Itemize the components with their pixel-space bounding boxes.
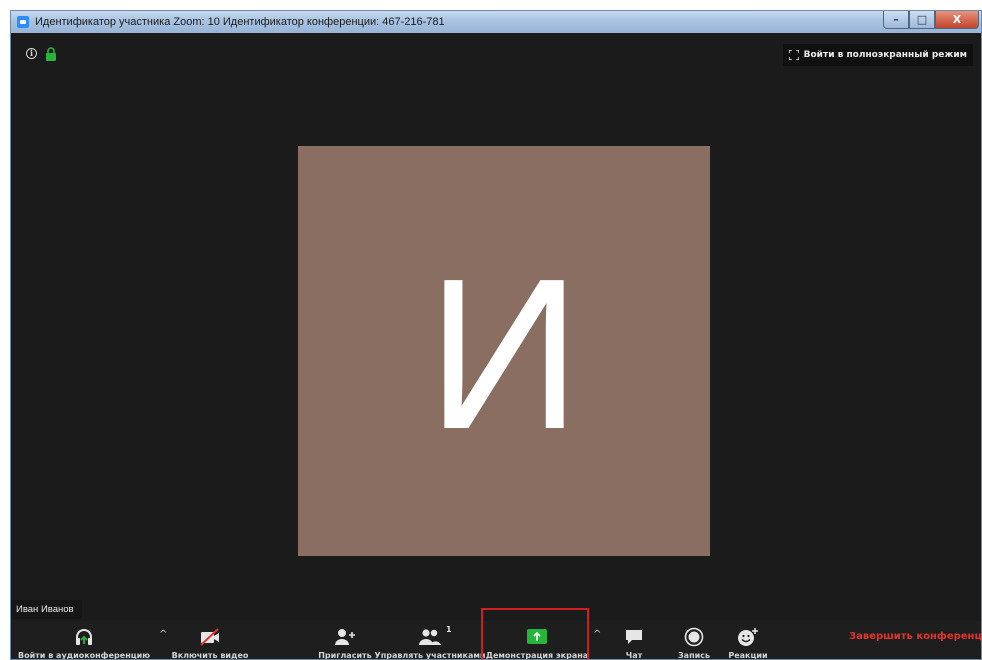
participant-name-label: Иван Иванов [11, 600, 82, 619]
fullscreen-label: Войти в полноэкранный режим [803, 50, 967, 60]
share-options-caret[interactable]: ^ [593, 629, 601, 640]
start-video-label: Включить видео [171, 651, 249, 660]
record-icon [684, 627, 704, 647]
video-off-icon [200, 628, 219, 646]
audio-options-caret[interactable]: ^ [159, 629, 167, 640]
record-button[interactable]: Запись [674, 621, 714, 660]
window-controls: – □ X [883, 11, 979, 29]
share-screen-highlight [481, 608, 589, 659]
reactions-label: Реакции [728, 651, 768, 660]
lock-icon[interactable] [45, 47, 57, 61]
invite-button[interactable]: Пригласить [317, 621, 373, 660]
meeting-info-icon[interactable]: i [26, 48, 37, 59]
chat-label: Чат [625, 651, 643, 660]
zoom-meeting-window: Идентификатор участника Zoom: 10 Идентиф… [10, 10, 982, 660]
maximize-button[interactable]: □ [909, 11, 935, 29]
join-audio-button[interactable]: Войти в аудиоконференцию [13, 621, 155, 660]
manage-participants-label: Управлять участниками [374, 651, 486, 660]
close-button[interactable]: X [935, 11, 979, 29]
window-title: Идентификатор участника Zoom: 10 Идентиф… [35, 16, 445, 28]
chat-button[interactable]: Чат [619, 621, 649, 660]
invite-label: Пригласить [318, 651, 372, 660]
record-label: Запись [677, 651, 710, 660]
fullscreen-button[interactable]: Войти в полноэкранный режим [782, 44, 973, 66]
zoom-app-icon [17, 16, 29, 28]
reactions-icon [738, 628, 758, 646]
add-user-icon [335, 629, 355, 645]
headphones-icon [76, 629, 92, 645]
chat-icon [626, 630, 642, 644]
minimize-button[interactable]: – [883, 11, 909, 29]
join-audio-label: Войти в аудиоконференцию [17, 651, 151, 660]
participants-icon [419, 629, 441, 645]
participant-avatar: И [298, 146, 710, 556]
start-video-button[interactable]: Включить видео [169, 621, 251, 660]
participants-count: 1 [446, 625, 452, 634]
reactions-button[interactable]: Реакции [724, 621, 772, 660]
avatar-initial: И [426, 232, 582, 474]
title-bar[interactable]: Идентификатор участника Zoom: 10 Идентиф… [11, 11, 981, 33]
end-meeting-button[interactable]: Завершить конференцию [849, 631, 981, 642]
fullscreen-icon [788, 50, 799, 60]
manage-participants-button[interactable]: 1 Управлять участниками [374, 621, 486, 660]
